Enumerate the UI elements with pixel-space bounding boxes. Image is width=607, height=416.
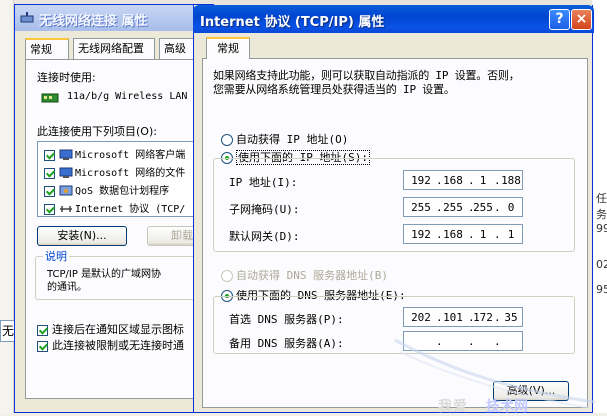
background-field: 无 [0, 320, 15, 342]
auto-ip-option[interactable]: 自动获得 IP 地址(O) [221, 131, 348, 147]
adapter-box: 11a/b/g Wireless LAN [37, 87, 215, 109]
front-window-title: Internet 协议 (TCP/IP) 属性 [200, 15, 385, 30]
radio-icon[interactable] [221, 134, 233, 146]
checkbox-icon[interactable] [44, 203, 55, 215]
protocol-icon [60, 206, 72, 212]
preferred-dns-label: 首选 DNS 服务器(P): [229, 313, 344, 326]
general-panel: 如果网络支持此功能，则可以获取自动指派的 IP 设置。否则， 您需要从网络系统管… [202, 58, 588, 408]
gateway-field[interactable]: 192. 168. 1. 1 [403, 224, 523, 244]
list-item[interactable]: Microsoft 网络的文件 [44, 164, 185, 180]
tab-wireless-config[interactable]: 无线网络配置 [73, 38, 155, 60]
tab-general[interactable]: 常规 [206, 37, 250, 59]
back-window-title: 无线网络连接 属性 [39, 14, 148, 29]
network-card-icon [41, 93, 59, 103]
background-text: 95 [596, 283, 607, 296]
radio-icon[interactable] [221, 270, 233, 282]
file-sharing-icon [59, 167, 73, 178]
client-icon [59, 149, 73, 160]
checkbox-icon[interactable] [37, 340, 48, 352]
install-button[interactable]: 安装(N)... [37, 226, 127, 246]
tcpip-properties-window: Internet 协议 (TCP/IP) 属性 ? × 如果网络支持此功能，则可… [193, 5, 594, 413]
subnet-field[interactable]: 255. 255. 255. 0 [403, 197, 523, 217]
connect-using-label: 连接时使用: [37, 71, 96, 84]
preferred-dns-field[interactable]: 202. 101. 172. 35 [403, 307, 523, 327]
ip-address-label: IP 地址(I): [229, 176, 298, 189]
checkbox-icon[interactable] [44, 167, 55, 179]
watermark-text-secondary: 技术网 [486, 399, 528, 415]
checkbox-icon[interactable] [44, 185, 55, 197]
checkbox-icon[interactable] [44, 149, 55, 161]
ip-address-field[interactable]: 192. 168. 1. 188 [403, 170, 523, 190]
list-item[interactable]: Internet 协议 (TCP/ [44, 200, 185, 216]
background-text: 任务 [596, 192, 607, 221]
front-title-bar[interactable]: Internet 协议 (TCP/IP) 属性 ? × [193, 5, 594, 33]
checkbox-icon[interactable] [37, 324, 48, 336]
list-item[interactable]: Microsoft 网络客户端 [44, 146, 185, 162]
close-button[interactable]: × [571, 9, 592, 30]
background-window-left [0, 0, 14, 413]
list-item[interactable]: QoS 数据包计划程序 [44, 182, 169, 198]
tab-general[interactable]: 常规 [25, 38, 69, 61]
description-title: 说明 [43, 248, 69, 264]
notify-option[interactable]: 此连接被限制或无连接时通 [37, 337, 184, 353]
components-list[interactable]: Microsoft 网络客户端 Microsoft 网络的文件 QoS 数据包计… [37, 141, 215, 217]
network-connection-icon [20, 12, 34, 23]
background-text: 02 [596, 258, 607, 271]
adapter-name: 11a/b/g Wireless LAN [67, 91, 188, 102]
help-button[interactable]: ? [549, 9, 570, 30]
alternate-dns-label: 备用 DNS 服务器(A): [229, 337, 344, 350]
auto-dns-option[interactable]: 自动获得 DNS 服务器地址(B) [221, 267, 388, 283]
subnet-label: 子网掩码(U): [229, 203, 300, 216]
wireless-properties-window: 无线网络连接 属性 常规 无线网络配置 高级 连接时使用: 11a/b/g Wi… [14, 4, 217, 413]
description-line-2: 的通讯。 [47, 282, 87, 293]
items-label: 此连接使用下列项目(O): [37, 125, 157, 138]
watermark-text: 我爱 [438, 399, 468, 415]
gateway-label: 默认网关(D): [229, 230, 300, 243]
background-text: 990 [596, 222, 607, 235]
show-icon-option[interactable]: 连接后在通知区域显示图标 [37, 321, 184, 337]
description: 如果网络支持此功能，则可以获取自动指派的 IP 设置。否则， 您需要从网络系统管… [213, 69, 520, 96]
qos-icon [59, 185, 73, 196]
back-title-bar[interactable]: 无线网络连接 属性 [15, 5, 213, 31]
alternate-dns-field[interactable]: . . . [403, 331, 523, 351]
